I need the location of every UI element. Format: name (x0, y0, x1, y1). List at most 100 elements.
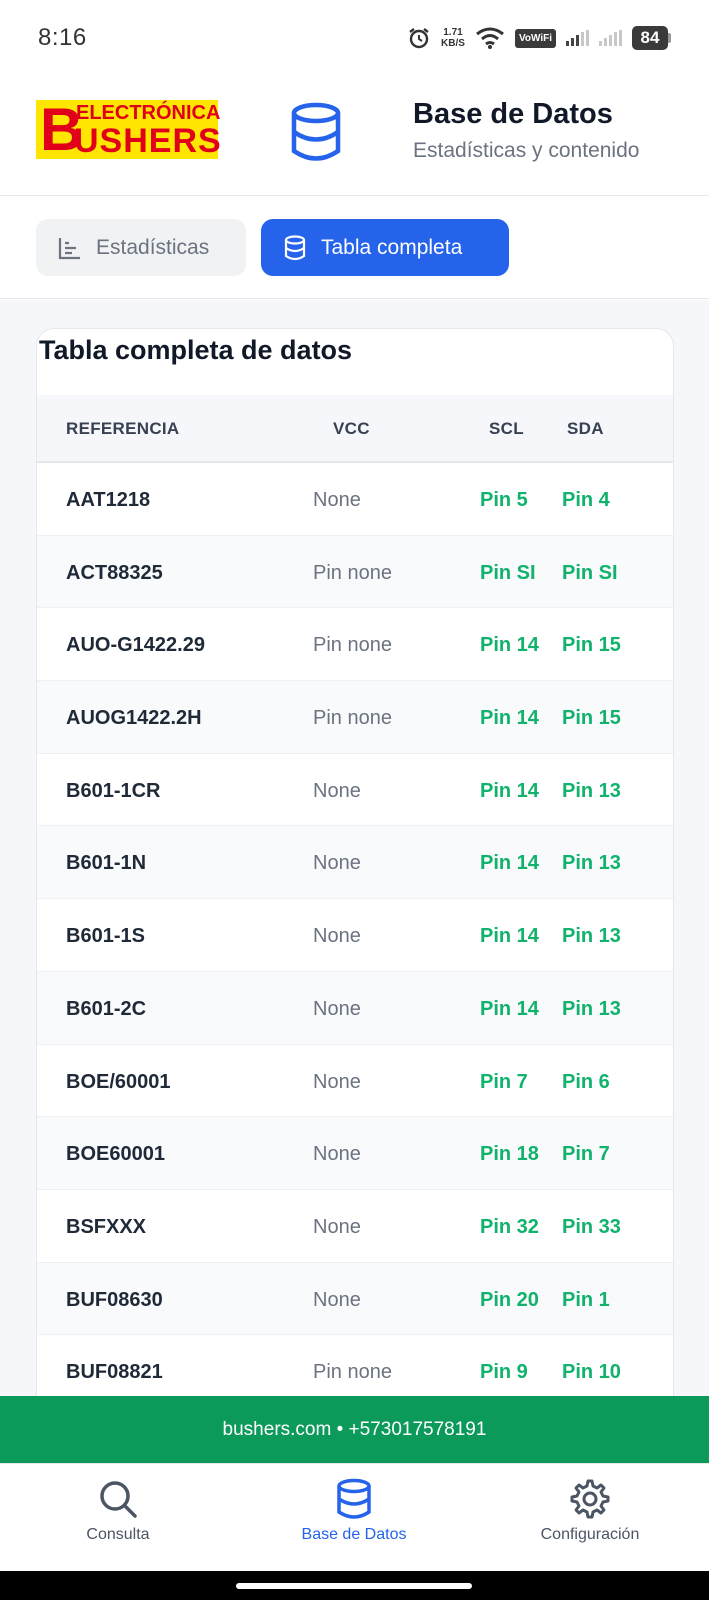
cell-sda: Pin 15 (562, 707, 621, 730)
table-title: Tabla completa de datos (39, 335, 353, 365)
signal-2-icon (599, 30, 622, 46)
table-row[interactable]: AUO-G1422.29 Pin none Pin 14 Pin 15 (37, 608, 673, 682)
cell-scl: Pin 20 (480, 1288, 539, 1311)
table-row[interactable]: BOE/60001 None Pin 7 Pin 6 (37, 1045, 673, 1118)
contact-banner[interactable]: bushers.com • +573017578191 (0, 1396, 709, 1463)
table-header: REFERENCIA VCC SCL SDA (37, 395, 673, 463)
tab-statistics[interactable]: Estadísticas (36, 219, 246, 276)
table-row[interactable]: BUF08821 Pin none Pin 9 Pin 10 (37, 1335, 673, 1396)
cell-vcc: None (313, 489, 361, 511)
cell-vcc: None (313, 1143, 361, 1166)
database-icon (337, 1478, 371, 1519)
signal-1-icon (566, 30, 589, 46)
column-header-scl: SCL (489, 419, 524, 438)
cell-scl: Pin 14 (480, 634, 539, 657)
cell-sda: Pin SI (562, 561, 618, 584)
cell-scl: Pin 32 (480, 1215, 539, 1238)
nav-consulta[interactable]: Consulta (18, 1478, 218, 1544)
cell-sda: Pin 13 (562, 852, 621, 875)
cell-referencia: BUF08630 (66, 1288, 163, 1311)
vowifi-badge: VoWiFi (514, 28, 556, 48)
tab-full-table[interactable]: Tabla completa (261, 219, 509, 276)
table-row[interactable]: BUF08630 None Pin 20 Pin 1 (37, 1262, 673, 1336)
cell-sda: Pin 6 (562, 1070, 610, 1093)
cell-vcc: Pin none (313, 634, 392, 657)
cell-referencia: BUF08821 (66, 1361, 163, 1384)
cell-referencia: B601-1CR (66, 779, 161, 802)
cell-sda: Pin 33 (562, 1215, 621, 1238)
cell-referencia: AUO-G1422.29 (66, 634, 205, 657)
table-row[interactable]: B601-1CR None Pin 14 Pin 13 (37, 754, 673, 827)
cell-referencia: B601-1S (66, 925, 145, 948)
cell-referencia: BOE/60001 (66, 1070, 171, 1093)
cell-referencia: BOE60001 (66, 1143, 165, 1166)
cell-sda: Pin 13 (562, 997, 621, 1020)
alarm-icon (409, 28, 429, 49)
cell-scl: Pin 18 (480, 1143, 539, 1166)
nav-configuracion[interactable]: Configuración (490, 1478, 690, 1544)
column-header-referencia: REFERENCIA (66, 419, 180, 438)
nav-configuracion-label: Configuración (540, 1526, 640, 1543)
cell-vcc: None (313, 852, 361, 875)
cell-sda: Pin 15 (562, 634, 621, 657)
cell-vcc: None (313, 779, 361, 802)
status-bar: 8:16 1.71 KB/S VoWiFi 84 (0, 0, 709, 76)
net-speed-unit: KB/S (441, 38, 465, 49)
nav-base-de-datos[interactable]: Base de Datos (254, 1478, 454, 1544)
contact-banner-text: bushers.com • +573017578191 (222, 1418, 487, 1440)
cell-scl: Pin SI (480, 561, 536, 584)
database-icon (284, 234, 306, 260)
home-indicator[interactable] (236, 1583, 472, 1589)
column-header-sda: SDA (567, 419, 604, 438)
bottom-navigation: Consulta Base de Datos Configuración (0, 1463, 709, 1571)
nav-consulta-label: Consulta (86, 1526, 150, 1543)
table-row[interactable]: B601-1N None Pin 14 Pin 13 (37, 826, 673, 900)
status-icons: 1.71 KB/S VoWiFi 84 (407, 26, 671, 50)
cell-referencia: AAT1218 (66, 489, 151, 511)
database-icon (291, 102, 341, 161)
system-navigation-bar (0, 1571, 709, 1600)
table-row[interactable]: B601-1S None Pin 14 Pin 13 (37, 899, 673, 972)
cell-sda: Pin 4 (562, 489, 610, 511)
battery-icon: 84 (632, 26, 671, 50)
network-speed: 1.71 KB/S (441, 27, 465, 49)
cell-vcc: Pin none (313, 561, 392, 584)
cell-sda: Pin 10 (562, 1361, 621, 1384)
wifi-icon (476, 27, 504, 49)
cell-vcc: None (313, 1215, 361, 1238)
nav-base-de-datos-label: Base de Datos (301, 1526, 407, 1543)
tab-statistics-label: Estadísticas (96, 235, 210, 259)
table-row[interactable]: ACT88325 Pin none Pin SI Pin SI (37, 535, 673, 609)
cell-sda: Pin 13 (562, 779, 621, 802)
cell-vcc: None (313, 997, 361, 1020)
cell-vcc: None (313, 925, 361, 948)
battery-level: 84 (632, 26, 668, 50)
search-icon (100, 1481, 137, 1518)
app-header: B ELECTRÓNICA USHERS Base de Datos Estad… (0, 76, 709, 196)
view-tabs: Estadísticas Tabla completa (0, 197, 709, 299)
cell-sda: Pin 7 (562, 1143, 610, 1166)
page-subtitle: Estadísticas y contenido (413, 139, 640, 162)
table-row[interactable]: B601-2C None Pin 14 Pin 13 (37, 971, 673, 1045)
table-card: Tabla completa de datos REFERENCIA VCC S… (36, 328, 674, 1396)
table-row[interactable]: AAT1218 None Pin 5 Pin 4 (37, 463, 673, 536)
cell-vcc: Pin none (313, 707, 392, 730)
gear-icon (570, 1479, 610, 1519)
cell-referencia: B601-1N (66, 852, 147, 875)
page-title: Base de Datos (413, 98, 613, 130)
cell-vcc: None (313, 1070, 361, 1093)
table-body: AAT1218 None Pin 5 Pin 4 ACT88325 Pin no… (37, 463, 673, 1396)
cell-scl: Pin 14 (480, 707, 539, 730)
net-speed-value: 1.71 (443, 27, 463, 38)
cell-scl: Pin 14 (480, 997, 539, 1020)
cell-scl: Pin 14 (480, 779, 539, 802)
cell-scl: Pin 5 (480, 489, 528, 511)
cell-referencia: B601-2C (66, 997, 147, 1020)
status-time: 8:16 (38, 24, 87, 51)
cell-sda: Pin 1 (562, 1288, 610, 1311)
table-row[interactable]: BSFXXX None Pin 32 Pin 33 (37, 1190, 673, 1263)
cell-sda: Pin 13 (562, 925, 621, 948)
content-area[interactable]: Tabla completa de datos REFERENCIA VCC S… (0, 300, 709, 1396)
table-row[interactable]: AUOG1422.2H Pin none Pin 14 Pin 15 (37, 681, 673, 754)
table-row[interactable]: BOE60001 None Pin 18 Pin 7 (37, 1117, 673, 1190)
